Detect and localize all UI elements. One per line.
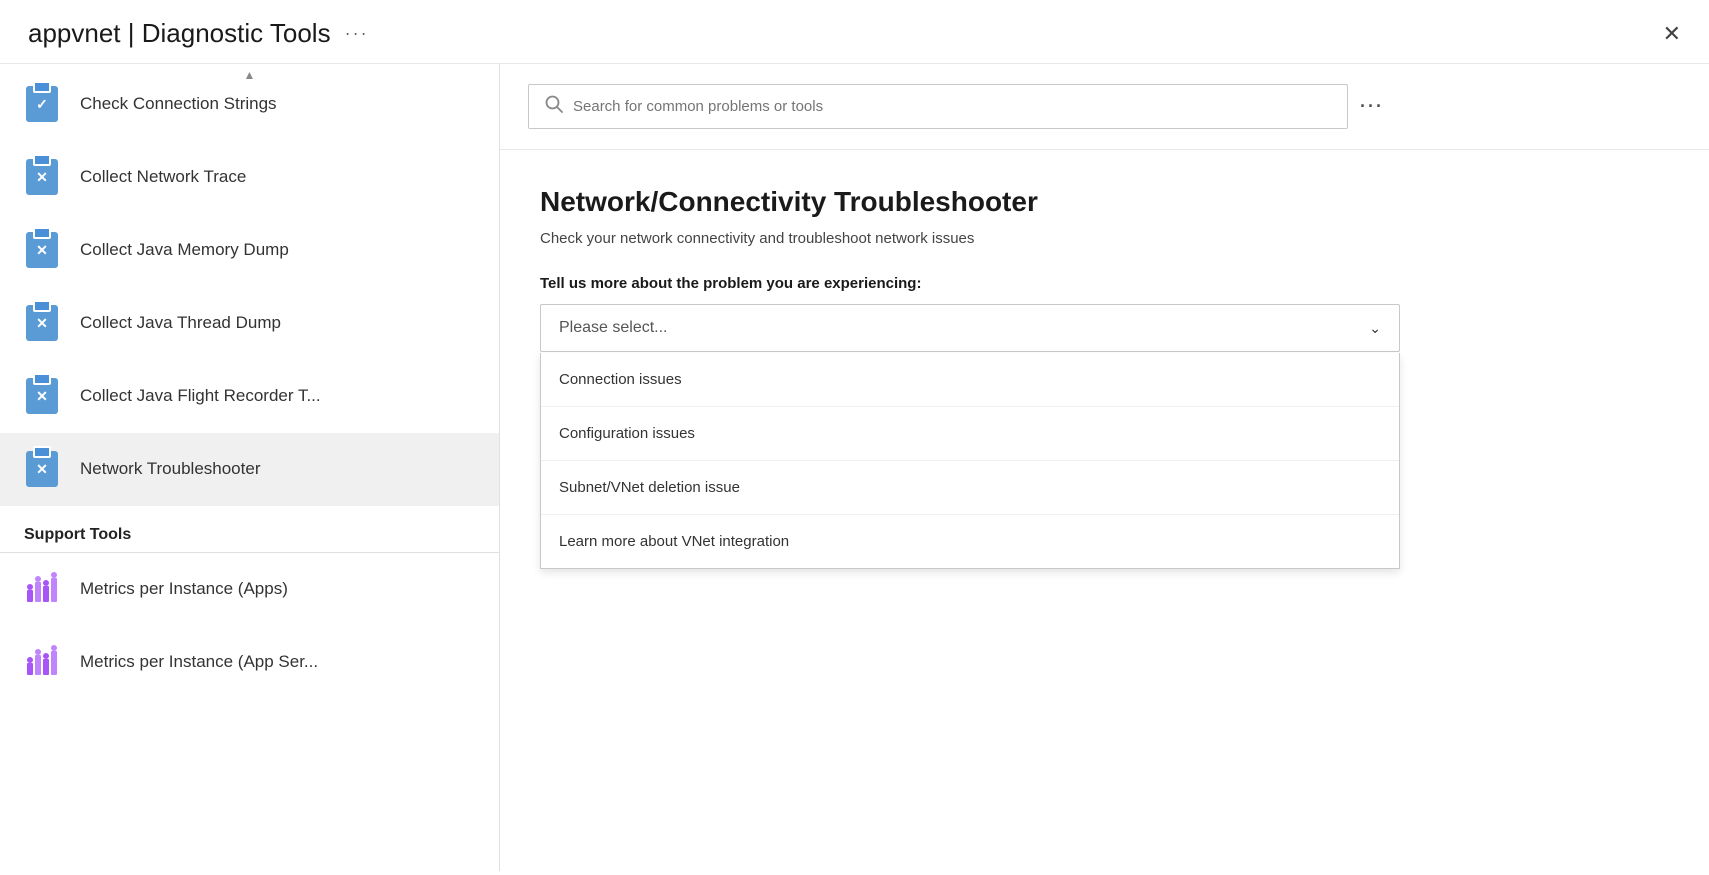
metrics-per-instance-appser-icon — [24, 644, 60, 680]
sidebar-item-collect-java-flight-recorder[interactable]: Collect Java Flight Recorder T... — [0, 360, 499, 433]
sidebar-item-label: Network Troubleshooter — [80, 459, 260, 479]
sidebar-item-label: Metrics per Instance (App Ser... — [80, 652, 318, 672]
sidebar: ▲ Check Connection Strings Collect Netwo… — [0, 64, 500, 871]
main-layout: ▲ Check Connection Strings Collect Netwo… — [0, 64, 1709, 871]
dropdown-menu: Connection issues Configuration issues S… — [540, 353, 1400, 569]
collect-network-trace-icon — [24, 159, 60, 195]
support-tools-section-header: Support Tools — [0, 510, 499, 553]
search-input[interactable] — [573, 98, 1331, 115]
sidebar-item-label: Collect Java Memory Dump — [80, 240, 289, 260]
network-troubleshooter-icon — [24, 451, 60, 487]
title-ellipsis-menu[interactable]: ··· — [345, 23, 369, 44]
search-more-options[interactable]: ··· — [1360, 96, 1384, 117]
form-label: Tell us more about the problem you are e… — [540, 275, 1669, 292]
close-button[interactable]: ✕ — [1663, 23, 1681, 45]
sidebar-item-label: Collect Java Flight Recorder T... — [80, 386, 321, 406]
sidebar-item-metrics-per-instance-appser[interactable]: Metrics per Instance (App Ser... — [0, 626, 499, 699]
content-area: ··· Network/Connectivity Troubleshooter … — [500, 64, 1709, 871]
check-connection-strings-icon — [24, 86, 60, 122]
dropdown-item-subnet-vnet-deletion[interactable]: Subnet/VNet deletion issue — [541, 461, 1399, 515]
sidebar-item-label: Metrics per Instance (Apps) — [80, 579, 288, 599]
metrics-per-instance-apps-icon — [24, 571, 60, 607]
dropdown-container: Please select... ⌄ Connection issues Con… — [540, 304, 1400, 352]
collect-java-memory-dump-icon — [24, 232, 60, 268]
sidebar-item-metrics-per-instance-apps[interactable]: Metrics per Instance (Apps) — [0, 553, 499, 626]
sidebar-item-network-troubleshooter[interactable]: Network Troubleshooter — [0, 433, 499, 506]
dropdown-placeholder: Please select... — [559, 319, 668, 337]
sidebar-item-collect-java-memory-dump[interactable]: Collect Java Memory Dump — [0, 214, 499, 287]
search-bar-container: ··· — [500, 64, 1709, 150]
content-body: Network/Connectivity Troubleshooter Chec… — [500, 150, 1709, 388]
dropdown-item-learn-vnet-integration[interactable]: Learn more about VNet integration — [541, 515, 1399, 568]
problem-type-dropdown[interactable]: Please select... ⌄ — [540, 304, 1400, 352]
title-bar: appvnet | Diagnostic Tools ··· ✕ — [0, 0, 1709, 64]
search-bar — [528, 84, 1348, 129]
sidebar-item-label: Collect Java Thread Dump — [80, 313, 281, 333]
sidebar-item-collect-network-trace[interactable]: Collect Network Trace — [0, 141, 499, 214]
scroll-up-indicator: ▲ — [240, 64, 260, 86]
collect-java-flight-recorder-icon — [24, 378, 60, 414]
collect-java-thread-dump-icon — [24, 305, 60, 341]
chevron-down-icon: ⌄ — [1369, 320, 1381, 337]
sidebar-item-collect-java-thread-dump[interactable]: Collect Java Thread Dump — [0, 287, 499, 360]
sidebar-scroll: Check Connection Strings Collect Network… — [0, 64, 499, 871]
dropdown-item-connection-issues[interactable]: Connection issues — [541, 353, 1399, 407]
search-icon — [545, 95, 563, 118]
sidebar-item-label: Collect Network Trace — [80, 167, 246, 187]
tool-description: Check your network connectivity and trou… — [540, 230, 1669, 247]
sidebar-item-label: Check Connection Strings — [80, 94, 277, 114]
page-title: appvnet | Diagnostic Tools — [28, 18, 331, 49]
tool-title: Network/Connectivity Troubleshooter — [540, 186, 1669, 218]
dropdown-item-configuration-issues[interactable]: Configuration issues — [541, 407, 1399, 461]
